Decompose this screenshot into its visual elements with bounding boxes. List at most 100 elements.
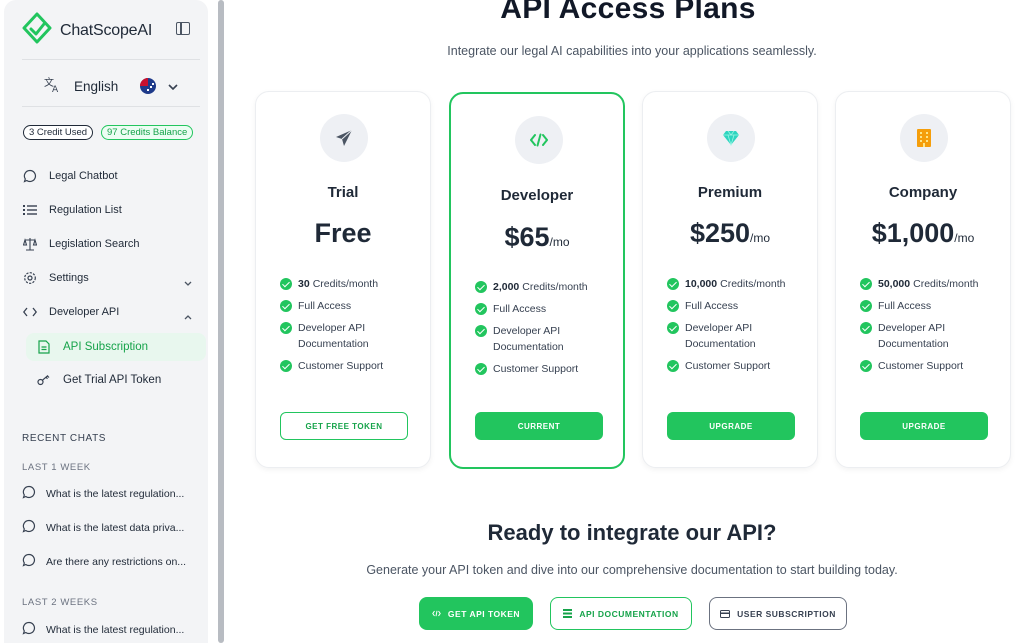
sidebar-item-api-subscription[interactable]: API Subscription [26,333,206,361]
check-icon [475,281,487,293]
feature-text: Customer Support [493,363,579,375]
price-period: /mo [954,231,975,245]
price-period: /mo [750,231,771,245]
sidebar-item-legislation-search[interactable]: Legislation Search [22,230,208,258]
sidebar-toggle-icon[interactable] [176,22,190,35]
plan-name: Company [888,184,958,201]
upgrade-premium-button[interactable]: UPGRADE [667,412,795,440]
check-icon [860,300,872,312]
chat-history-item[interactable]: What is the latest regulation... [22,484,208,504]
feature-text: Full Access [493,303,547,315]
plan-name: Developer [500,187,574,204]
key-icon [36,372,52,388]
check-icon [860,360,872,372]
feature-text: Developer API Documentation [878,322,949,350]
feature-text: Customer Support [878,360,964,372]
sidebar-item-label: API Subscription [63,341,149,353]
chat-bubble-icon [22,485,36,504]
sidebar-item-settings[interactable]: Settings [22,264,208,292]
chat-history-item[interactable]: What is the latest data priva... [22,518,208,538]
chat-title: What is the latest data priva... [46,522,185,534]
scrollbar-thumb[interactable] [218,0,224,643]
sidebar-item-label: Developer API [49,306,120,318]
logo-icon [22,12,52,49]
language-selector[interactable]: 文A English [44,76,178,96]
feature-item: Developer API Documentation [667,320,807,352]
plan-price: $65/mo [451,222,623,253]
feature-text: Customer Support [685,360,771,372]
feature-list: 10,000 Credits/month Full Access Develope… [667,276,807,380]
page-title: API Access Plans [500,0,756,25]
code-icon [22,304,38,320]
feature-text: Customer Support [298,360,384,372]
chevron-down-icon [184,273,192,291]
plan-price: $250/mo [643,218,817,249]
feature-item: Developer API Documentation [860,320,1000,352]
divider [22,106,200,107]
chat-group-label: LAST 2 WEEKS [22,597,98,608]
sidebar-item-get-trial-api-token[interactable]: Get Trial API Token [26,366,206,394]
plan-price: Free [256,218,430,249]
app-window: ChatScopeAI 文A English 3 Credit Used 97 … [0,0,1024,643]
feature-list: 50,000 Credits/month Full Access Develope… [860,276,1000,380]
check-icon [860,322,872,334]
feature-item: 2,000 Credits/month [475,279,615,295]
sidebar-item-legal-chatbot[interactable]: Legal Chatbot [22,162,208,190]
credits-text: Credits/month [913,278,979,290]
feature-text: Full Access [878,300,932,312]
feature-item: Customer Support [860,358,1000,374]
feature-item: Customer Support [667,358,807,374]
button-label: USER SUBSCRIPTION [737,608,836,619]
sidebar-item-label: Regulation List [49,204,122,216]
scales-icon [22,236,38,252]
sidebar-item-developer-api[interactable]: Developer API [22,298,208,326]
diamond-icon [707,114,755,162]
credits-amount: 50,000 [878,278,911,290]
chat-title: What is the latest regulation... [46,488,185,500]
feature-list: 30 Credits/month Full Access Developer AP… [280,276,420,380]
plan-card-company: Company $1,000/mo 50,000 Credits/month Fu… [835,91,1011,468]
plan-card-developer: Developer $65/mo 2,000 Credits/month Full… [449,92,625,469]
credits-used-badge: 3 Credit Used [23,125,94,140]
plan-card-trial: Trial Free 30 Credits/month Full Access D… [255,91,431,468]
credits-amount: 30 [298,278,310,290]
get-api-token-button[interactable]: GET API TOKEN [419,597,533,630]
get-free-token-button[interactable]: GET FREE TOKEN [280,412,408,440]
feature-item: Full Access [280,298,420,314]
feature-list: 2,000 Credits/month Full Access Developer… [475,279,615,383]
chat-title: What is the latest regulation... [46,624,185,636]
user-subscription-button[interactable]: USER SUBSCRIPTION [709,597,847,630]
check-icon [280,278,292,290]
chat-history-item[interactable]: What is the latest regulation... [22,620,208,640]
current-plan-button[interactable]: CURRENT [475,412,603,440]
chat-history-item[interactable]: Are there any restrictions on... [22,552,208,572]
sidebar-item-label: Get Trial API Token [63,374,162,386]
cta-title: Ready to integrate our API? [487,520,777,545]
api-documentation-button[interactable]: API DOCUMENTATION [550,597,692,630]
feature-item: 50,000 Credits/month [860,276,1000,292]
price-amount: $1,000 [871,218,955,248]
price-amount: $250 [689,218,751,248]
plan-name: Premium [697,184,763,201]
translate-icon: 文A [44,75,62,98]
plan-card-premium: Premium $250/mo 10,000 Credits/month Full… [642,91,818,468]
check-icon [667,300,679,312]
document-icon [36,339,52,355]
check-icon [475,325,487,337]
recent-chats-heading: RECENT CHATS [22,433,107,444]
feature-item: Full Access [475,301,615,317]
brand[interactable]: ChatScopeAI [22,12,152,49]
chat-group-label: LAST 1 WEEK [22,462,91,473]
feature-item: Full Access [667,298,807,314]
feature-item: Customer Support [475,361,615,377]
sidebar-item-regulation-list[interactable]: Regulation List [22,196,208,224]
chat-bubble-icon [22,519,36,538]
building-icon [900,114,948,162]
feature-text: Developer API Documentation [298,322,369,350]
upgrade-company-button[interactable]: UPGRADE [860,412,988,440]
check-icon [667,322,679,334]
button-label: API DOCUMENTATION [579,608,679,619]
check-icon [475,363,487,375]
credits-text: Credits/month [522,281,588,293]
feature-item: Full Access [860,298,1000,314]
